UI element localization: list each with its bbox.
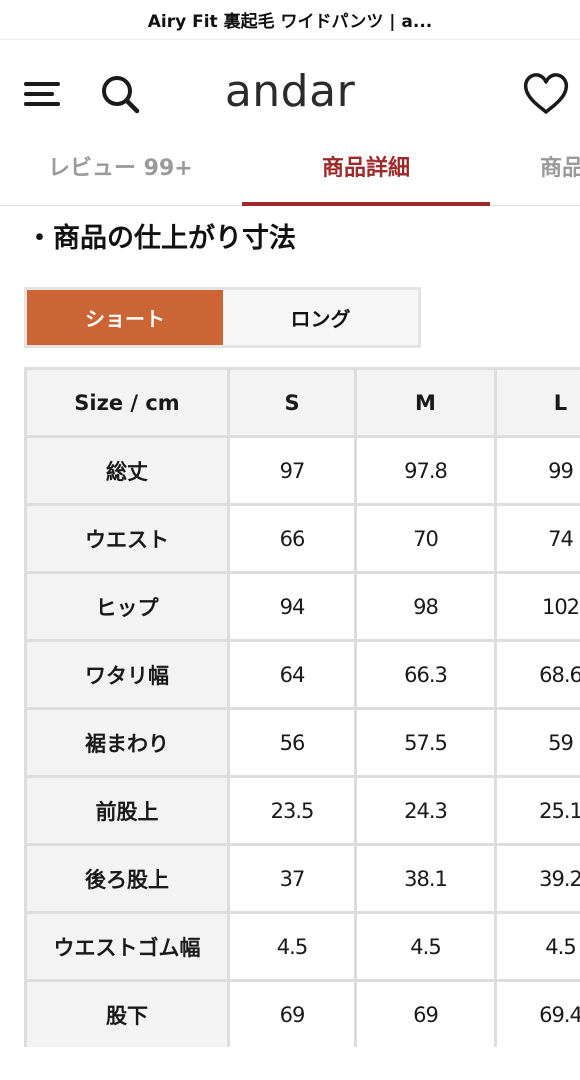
table-cell: 69: [227, 979, 357, 1047]
table-cell: 66: [227, 503, 357, 574]
table-row: 総丈 97 97.8 99: [24, 435, 580, 506]
table-cell: 23.5: [227, 775, 357, 846]
table-cell: 37: [227, 843, 357, 914]
table-cell: 38.1: [354, 843, 497, 914]
table-row: ウエストゴム幅 4.5 4.5 4.5: [24, 911, 580, 982]
row-label: ワタリ幅: [24, 639, 230, 710]
table-header-row: Size / cm S M L: [24, 367, 580, 438]
row-label: 裾まわり: [24, 707, 230, 778]
table-cell: 64: [227, 639, 357, 710]
table-cell: 4.5: [227, 911, 357, 982]
table-header-cell: S: [227, 367, 357, 438]
row-label: ウエストゴム幅: [24, 911, 230, 982]
row-label: ヒップ: [24, 571, 230, 642]
browser-title-bar: Airy Fit 裏起毛 ワイドパンツ | a...: [0, 0, 580, 40]
table-row: 裾まわり 56 57.5 59: [24, 707, 580, 778]
toggle-long-button[interactable]: ロング: [223, 290, 418, 345]
size-table-container[interactable]: Size / cm S M L 総丈 97 97.8 99 ウエスト 66 70…: [24, 367, 580, 1047]
table-cell: 4.5: [354, 911, 497, 982]
heart-icon[interactable]: [520, 70, 572, 118]
table-header-cell: Size / cm: [24, 367, 230, 438]
table-cell: 39.2: [494, 843, 580, 914]
page-tab-title: Airy Fit 裏起毛 ワイドパンツ | a...: [147, 12, 433, 32]
brand-logo[interactable]: andar: [0, 66, 580, 117]
table-cell: 69.4: [494, 979, 580, 1047]
table-cell: 102: [494, 571, 580, 642]
table-header-cell: M: [354, 367, 497, 438]
size-length-toggle: ショート ロング: [24, 287, 421, 348]
product-tabs: レビュー 99+ 商品詳細 商品: [0, 150, 580, 206]
table-row: 後ろ股上 37 38.1 39.2: [24, 843, 580, 914]
table-row: 股下 69 69 69.4: [24, 979, 580, 1047]
table-cell: 24.3: [354, 775, 497, 846]
row-label: ウエスト: [24, 503, 230, 574]
row-label: 前股上: [24, 775, 230, 846]
table-cell: 57.5: [354, 707, 497, 778]
table-cell: 70: [354, 503, 497, 574]
tab-product-detail[interactable]: 商品詳細: [242, 150, 490, 206]
table-row: ヒップ 94 98 102: [24, 571, 580, 642]
table-cell: 98: [354, 571, 497, 642]
table-row: ワタリ幅 64 66.3 68.6: [24, 639, 580, 710]
size-table: Size / cm S M L 総丈 97 97.8 99 ウエスト 66 70…: [24, 367, 580, 1047]
table-row: ウエスト 66 70 74: [24, 503, 580, 574]
tab-review[interactable]: レビュー 99+: [48, 150, 193, 206]
table-cell: 94: [227, 571, 357, 642]
table-cell: 59: [494, 707, 580, 778]
table-cell: 97.8: [354, 435, 497, 506]
row-label: 後ろ股上: [24, 843, 230, 914]
table-cell: 99: [494, 435, 580, 506]
section-title: ・商品の仕上がり寸法: [26, 223, 296, 254]
table-cell: 66.3: [354, 639, 497, 710]
table-row: 前股上 23.5 24.3 25.1: [24, 775, 580, 846]
table-cell: 69: [354, 979, 497, 1047]
toggle-short-button[interactable]: ショート: [27, 290, 223, 345]
table-cell: 4.5: [494, 911, 580, 982]
table-header-cell: L: [494, 367, 580, 438]
table-cell: 74: [494, 503, 580, 574]
site-header: andar: [0, 40, 580, 150]
tab-product-other[interactable]: 商品: [540, 150, 580, 206]
table-cell: 68.6: [494, 639, 580, 710]
table-cell: 56: [227, 707, 357, 778]
row-label: 総丈: [24, 435, 230, 506]
row-label: 股下: [24, 979, 230, 1047]
table-cell: 97: [227, 435, 357, 506]
table-cell: 25.1: [494, 775, 580, 846]
